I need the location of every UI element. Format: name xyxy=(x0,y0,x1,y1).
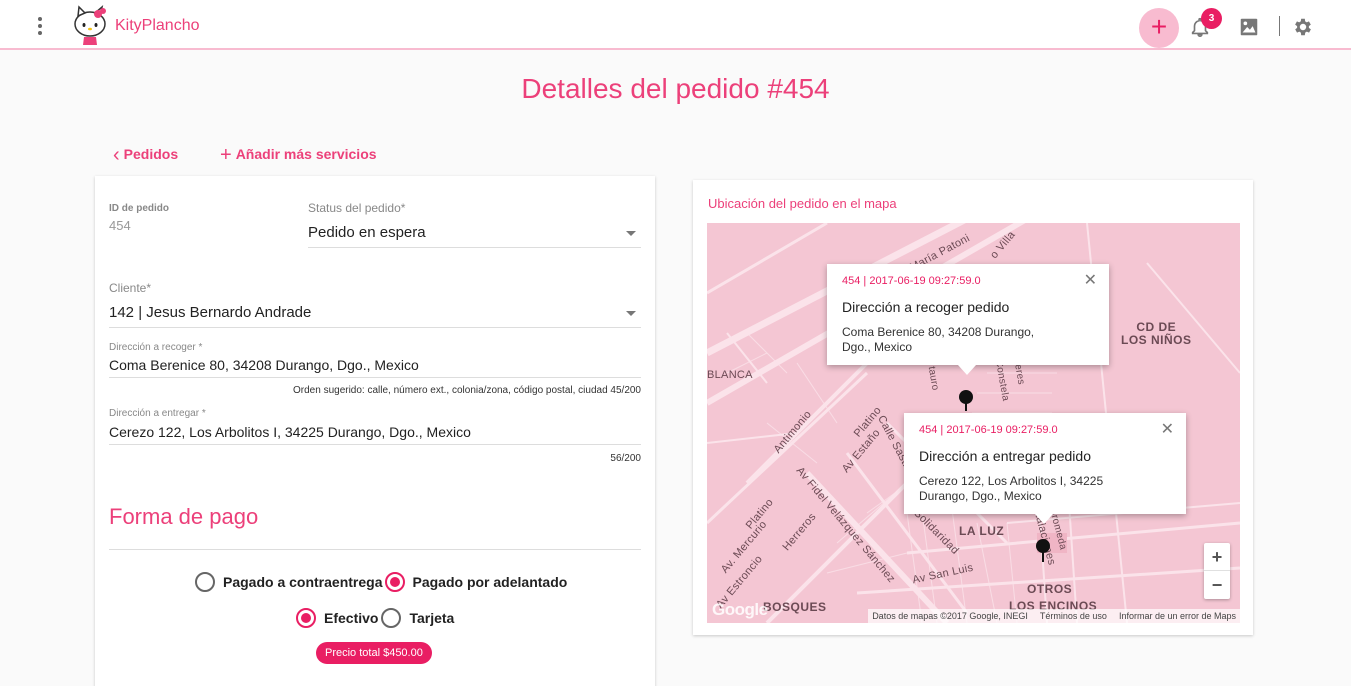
gear-icon[interactable] xyxy=(1292,16,1314,38)
pickup-underline xyxy=(109,377,641,378)
top-app-bar: KityPlancho + 3 xyxy=(0,0,1351,50)
map-data-credit: Datos de mapas ©2017 Google, INEGI xyxy=(872,611,1028,621)
order-number: #454 xyxy=(767,73,830,104)
popup-order-id: 454 | 2017-06-19 09:27:59.0 xyxy=(842,275,981,287)
cash-label[interactable]: Efectivo xyxy=(324,610,378,626)
notification-badge: 3 xyxy=(1201,8,1222,29)
popup-order-id: 454 | 2017-06-19 09:27:59.0 xyxy=(919,424,1058,436)
prepaid-label[interactable]: Pagado por adelantado xyxy=(413,574,568,590)
chevron-left-icon: ‹ xyxy=(113,144,120,166)
status-underline xyxy=(308,247,641,248)
delivery-counter: 56/200 xyxy=(610,453,641,464)
more-vert-icon[interactable] xyxy=(30,14,50,38)
back-to-orders-link[interactable]: ‹ Pedidos xyxy=(113,144,178,167)
close-icon[interactable]: ✕ xyxy=(1084,270,1097,290)
cod-label[interactable]: Pagado a contraentrega xyxy=(223,574,383,590)
status-select[interactable]: Pedido en espera xyxy=(308,224,426,241)
order-map[interactable]: María Patoni o Villa BLANCA Antimonio Av… xyxy=(707,223,1240,623)
map-card: Ubicación del pedido en el mapa María Pa… xyxy=(693,180,1253,635)
dropdown-caret-icon[interactable] xyxy=(626,231,636,236)
google-logo[interactable]: Google xyxy=(712,600,768,620)
zoom-out-button[interactable]: − xyxy=(1204,571,1230,599)
toolbar-divider xyxy=(1279,16,1280,36)
add-order-button[interactable]: + xyxy=(1139,8,1179,48)
image-icon[interactable] xyxy=(1238,16,1260,38)
place-label: CD DE LOS NIÑOS xyxy=(1121,321,1192,347)
zoom-in-button[interactable]: + xyxy=(1204,543,1230,571)
popup-address-line: Cerezo 122, Los Arbolitos I, 34225 xyxy=(919,474,1104,488)
add-services-label: Añadir más servicios xyxy=(235,146,377,162)
pickup-label: Dirección a recoger * xyxy=(109,342,203,353)
client-select[interactable]: 142 | Jesus Bernardo Andrade xyxy=(109,304,311,321)
popup-tail xyxy=(1035,514,1053,524)
pickup-address-input[interactable]: Coma Berenice 80, 34208 Durango, Dgo., M… xyxy=(109,357,419,373)
place-label: LA LUZ xyxy=(959,524,1005,538)
map-title: Ubicación del pedido en el mapa xyxy=(708,196,897,211)
delivery-address-input[interactable]: Cerezo 122, Los Arbolitos I, 34225 Duran… xyxy=(109,424,471,440)
popup-address: Coma Berenice 80, 34208 Durango, Dgo., M… xyxy=(842,325,1034,355)
cod-radio[interactable] xyxy=(195,572,215,592)
client-label: Cliente* xyxy=(109,281,152,295)
payment-method-group: Efectivo Tarjeta xyxy=(296,608,454,628)
popup-title: Dirección a entregar pedido xyxy=(919,448,1091,464)
prepaid-radio[interactable] xyxy=(384,572,405,592)
delivery-info-window: 454 | 2017-06-19 09:27:59.0 Dirección a … xyxy=(904,413,1186,524)
add-services-link[interactable]: + Añadir más servicios xyxy=(220,144,377,167)
place-label: BLANCA xyxy=(707,369,753,381)
place-label: BOSQUES xyxy=(763,600,827,614)
page-title: Detalles del pedido #454 xyxy=(0,73,1351,105)
place-label-line: LOS NIÑOS xyxy=(1121,333,1192,347)
page-title-text: Detalles del pedido xyxy=(521,73,760,104)
total-price-badge: Precio total $450.00 xyxy=(316,642,432,664)
pickup-hint: Orden sugerido: calle, número ext., colo… xyxy=(293,385,641,396)
plus-icon: + xyxy=(220,144,232,166)
close-icon[interactable]: ✕ xyxy=(1161,419,1174,439)
order-form-card: ID de pedido 454 Status del pedido* Pedi… xyxy=(95,176,655,686)
card-label[interactable]: Tarjeta xyxy=(409,610,454,626)
order-id-label: ID de pedido xyxy=(109,203,169,214)
pickup-info-window: 454 | 2017-06-19 09:27:59.0 Dirección a … xyxy=(827,264,1109,375)
map-zoom-control: + − xyxy=(1204,543,1230,599)
report-error-link[interactable]: Informar de un error de Maps xyxy=(1119,611,1236,621)
cash-radio[interactable] xyxy=(296,608,316,628)
delivery-label: Dirección a entregar * xyxy=(109,408,206,419)
popup-address-line: Durango, Dgo., Mexico xyxy=(919,489,1042,503)
status-label: Status del pedido* xyxy=(308,201,406,215)
back-label: Pedidos xyxy=(123,146,179,162)
add-icon: + xyxy=(1150,11,1168,42)
hello-kitty-logo[interactable] xyxy=(70,4,110,46)
popup-tail xyxy=(958,365,976,375)
map-pin-icon[interactable] xyxy=(1036,539,1050,553)
popup-address-line: Dgo., Mexico xyxy=(842,340,913,354)
dropdown-caret-icon[interactable] xyxy=(626,311,636,316)
order-id-value: 454 xyxy=(109,218,131,233)
popup-address-line: Coma Berenice 80, 34208 Durango, xyxy=(842,325,1035,339)
map-pin-icon[interactable] xyxy=(959,390,973,404)
payment-timing-group: Pagado a contraentrega Pagado por adelan… xyxy=(195,572,567,592)
card-radio[interactable] xyxy=(381,608,402,628)
delivery-underline xyxy=(109,444,641,445)
place-label: OTROS xyxy=(1027,582,1073,596)
payment-divider xyxy=(109,549,641,550)
popup-title: Dirección a recoger pedido xyxy=(842,299,1010,315)
brand-name[interactable]: KityPlancho xyxy=(115,17,200,35)
terms-link[interactable]: Términos de uso xyxy=(1040,611,1107,621)
payment-section-title: Forma de pago xyxy=(109,504,259,529)
map-attribution: Datos de mapas ©2017 Google, INEGI Térmi… xyxy=(868,609,1240,623)
client-underline xyxy=(109,327,641,328)
popup-address: Cerezo 122, Los Arbolitos I, 34225 Duran… xyxy=(919,474,1103,504)
